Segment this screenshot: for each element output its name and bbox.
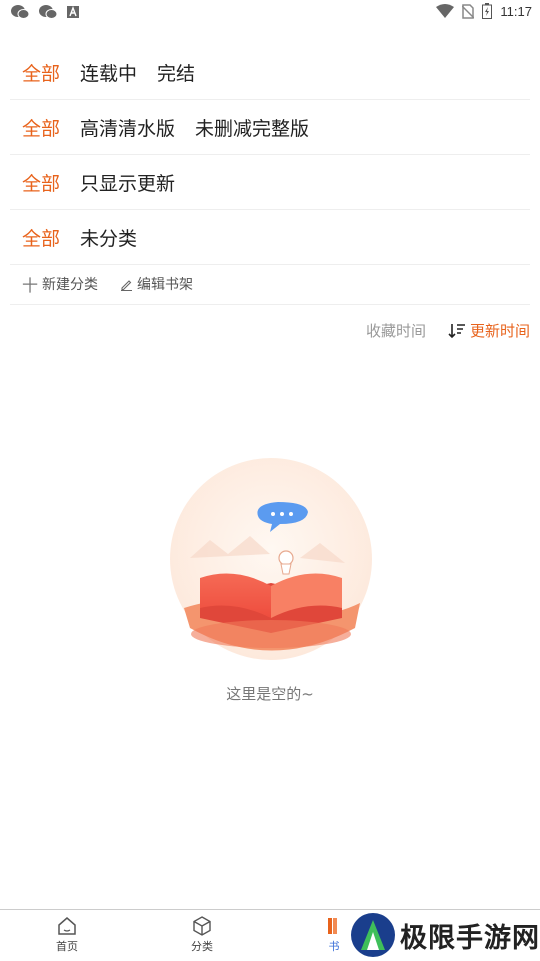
- tab-category-label: 分类: [191, 940, 213, 953]
- filter-all[interactable]: 全部: [22, 169, 60, 196]
- filter-completed[interactable]: 完结: [157, 59, 195, 86]
- shelf-filters: 全部 连载中 完结 全部 高清清水版 未删减完整版 全部 只显示更新 全部 未分…: [10, 45, 530, 265]
- tab-home-label: 首页: [56, 940, 78, 953]
- filter-row-category: 全部 未分类: [10, 210, 530, 265]
- system-icons: 11:17: [436, 3, 532, 19]
- plus-icon: 十: [22, 276, 39, 295]
- wechat-icon: [39, 5, 58, 19]
- bookshelf-icon: [328, 918, 337, 934]
- sort-update-label: 更新时间: [469, 322, 530, 340]
- sort-descending-icon: [448, 323, 465, 338]
- no-sim-icon: [462, 3, 475, 19]
- tab-bookshelf-label: 书: [328, 940, 340, 953]
- new-category-button[interactable]: 十 新建分类: [22, 272, 98, 296]
- tab-home[interactable]: 首页: [37, 916, 97, 954]
- sort-favorite-time[interactable]: 收藏时间: [366, 320, 426, 341]
- shelf-actions: 十 新建分类 编辑书架: [10, 264, 530, 305]
- watermark-logo-icon: [351, 913, 395, 957]
- cube-icon: [193, 916, 211, 936]
- tab-category[interactable]: 分类: [172, 916, 232, 954]
- clock: 11:17: [500, 3, 532, 19]
- filter-hd-clean[interactable]: 高清清水版: [80, 114, 175, 141]
- empty-shelf-illustration: [170, 458, 372, 660]
- filter-all[interactable]: 全部: [22, 114, 60, 141]
- app-notification-icon: [67, 6, 79, 18]
- wifi-icon: [436, 4, 455, 18]
- notification-icons: [10, 4, 80, 20]
- filter-updated-only[interactable]: 只显示更新: [80, 169, 175, 196]
- sort-update-time[interactable]: 更新时间: [448, 320, 530, 341]
- edit-shelf-button[interactable]: 编辑书架: [120, 274, 193, 294]
- filter-uncategorized[interactable]: 未分类: [80, 224, 137, 251]
- status-bar: 11:17: [0, 0, 540, 26]
- sort-bar: 收藏时间 更新时间: [366, 320, 530, 341]
- filter-row-status: 全部 连载中 完结: [10, 45, 530, 100]
- filter-row-version: 全部 高清清水版 未删减完整版: [10, 100, 530, 155]
- watermark: 极限手游网: [350, 910, 540, 960]
- filter-uncut[interactable]: 未删减完整版: [195, 114, 309, 141]
- edit-shelf-label: 编辑书架: [137, 277, 194, 293]
- home-icon: [58, 917, 76, 935]
- wechat-icon: [11, 5, 30, 19]
- watermark-text: 极限手游网: [400, 922, 540, 954]
- filter-all[interactable]: 全部: [22, 59, 60, 86]
- empty-message: 这里是空的~: [226, 685, 314, 703]
- filter-serializing[interactable]: 连载中: [80, 59, 137, 86]
- new-category-label: 新建分类: [42, 277, 99, 293]
- filter-row-update: 全部 只显示更新: [10, 155, 530, 210]
- battery-charging-icon: [482, 3, 493, 19]
- filter-all[interactable]: 全部: [22, 224, 60, 251]
- pencil-icon: [121, 279, 133, 291]
